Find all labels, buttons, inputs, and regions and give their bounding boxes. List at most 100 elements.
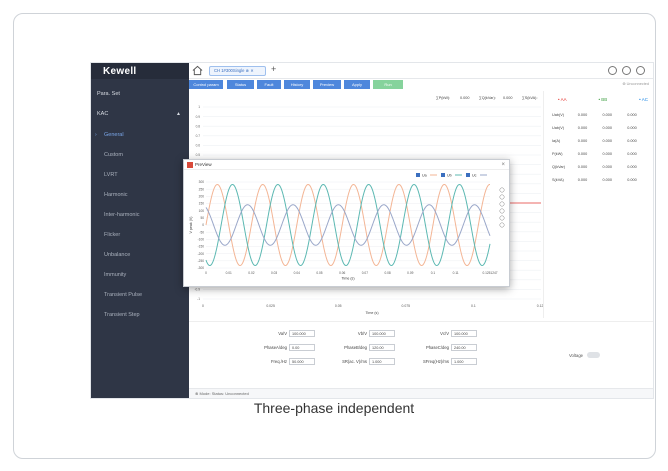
measurement-panel: • AA • BB • AC Uab(V) 0.000 0.000 0.000 Uab(… bbox=[543, 91, 653, 318]
field-input[interactable]: 0.00 bbox=[289, 344, 315, 351]
legend-checkbox[interactable] bbox=[441, 173, 445, 177]
x-tick-label: 0.1251247 bbox=[482, 271, 497, 275]
form-field: PhaseB/deg 120.00 bbox=[329, 344, 395, 351]
sidebar-item[interactable]: Transient Step bbox=[91, 305, 189, 325]
preview-title: PreView bbox=[195, 162, 212, 167]
readout-value: 0.000 bbox=[503, 96, 513, 100]
field-input[interactable]: 240.00 bbox=[451, 344, 477, 351]
toolbar-button[interactable]: Fault bbox=[257, 80, 281, 89]
sidebar-item[interactable]: Para. Set bbox=[91, 84, 189, 104]
sidebar-item[interactable]: Unbalance bbox=[91, 245, 189, 265]
phase-b-label: • BB bbox=[598, 97, 608, 102]
form-field: Vb/V 100.000 bbox=[329, 330, 395, 337]
x-tick-label: 0.05 bbox=[335, 304, 342, 308]
close-icon[interactable]: × bbox=[501, 160, 505, 170]
measurement-value: 0.000 bbox=[627, 165, 637, 169]
measurement-value: 0.000 bbox=[627, 126, 637, 130]
chart-tool-icon[interactable] bbox=[499, 187, 505, 193]
sidebar-item-label: Transient Pulse bbox=[104, 292, 143, 298]
field-input[interactable]: 1.000 bbox=[451, 358, 477, 365]
chart-tool-icon[interactable] bbox=[499, 215, 505, 221]
chart-tool-icon[interactable] bbox=[499, 208, 505, 214]
measurement-row: S(kVA) 0.000 0.000 0.000 bbox=[552, 178, 652, 182]
toolbar-button[interactable]: Apply bbox=[344, 80, 370, 89]
field-label: PhaseC/deg bbox=[425, 345, 449, 350]
sidebar-item[interactable]: KAC ▲ bbox=[91, 104, 189, 124]
field-input[interactable]: 50.000 bbox=[289, 358, 315, 365]
sidebar-item-label: Transient Step bbox=[104, 312, 140, 318]
x-tick-label: 0.09 bbox=[407, 271, 413, 275]
measurement-value: 0.000 bbox=[577, 178, 588, 182]
sidebar-item[interactable]: Flicker bbox=[91, 225, 189, 245]
chart-tool-icon[interactable] bbox=[499, 201, 505, 207]
form-field: PhaseC/deg 240.00 bbox=[411, 344, 477, 351]
toolbar-button[interactable]: History bbox=[284, 80, 310, 89]
measurement-value: 0.000 bbox=[602, 178, 613, 182]
x-axis-label: Time (s) bbox=[365, 311, 378, 315]
readout-label: ∑S(kVA): bbox=[522, 96, 538, 100]
x-tick-label: 0.03 bbox=[271, 271, 277, 275]
connection-status: ⊗ Unconnected bbox=[622, 82, 649, 86]
sidebar-item[interactable]: Immunity bbox=[91, 265, 189, 285]
field-input[interactable]: 100.000 bbox=[369, 330, 395, 337]
field-input[interactable]: 1.000 bbox=[369, 358, 395, 365]
user-icon[interactable] bbox=[608, 66, 617, 75]
y-tick-label: -150 bbox=[198, 245, 205, 249]
toolbar-button[interactable]: Control param bbox=[189, 80, 223, 89]
sidebar-item-label: Inter-harmonic bbox=[104, 212, 140, 218]
sidebar-item-label: LVRT bbox=[104, 172, 118, 178]
sidebar-item[interactable]: LVRT bbox=[91, 165, 189, 185]
tab-channel-1[interactable]: CH 1#300Single ⊗ ✕ bbox=[209, 66, 266, 76]
form-field: SFreq(Hz)/ms 1.000 bbox=[411, 358, 477, 365]
export-icon[interactable] bbox=[622, 66, 631, 75]
toolbar: Control param Status Fault History Preview Ap… bbox=[189, 80, 653, 90]
measurement-value: 0.000 bbox=[627, 178, 637, 182]
measurement-label: Uab(V) bbox=[552, 113, 565, 117]
measurement-label: S(kVA) bbox=[552, 178, 564, 182]
measurement-value: 0.000 bbox=[577, 165, 588, 169]
toolbar-button[interactable]: Preview bbox=[313, 80, 341, 89]
measurement-row: Uab(V) 0.000 0.000 0.000 bbox=[552, 113, 652, 117]
top-bar: CH 1#300Single ⊗ ✕ + bbox=[189, 63, 653, 79]
voltage-toggle[interactable] bbox=[586, 352, 600, 358]
y-tick-label: 0.7 bbox=[196, 134, 201, 138]
sidebar-item[interactable]: Inter-harmonic bbox=[91, 205, 189, 225]
legend-label: Ua bbox=[422, 174, 427, 178]
sidebar-item[interactable]: Harmonic bbox=[91, 185, 189, 205]
chart-tool-icon[interactable] bbox=[499, 222, 505, 228]
y-tick-label: 200 bbox=[199, 195, 205, 199]
field-input[interactable]: 100.000 bbox=[451, 330, 477, 337]
sidebar-item[interactable]: General › bbox=[91, 125, 189, 145]
measurement-label: Q(kVar) bbox=[552, 165, 566, 169]
measurement-value: 0.000 bbox=[627, 139, 637, 143]
toolbar-button[interactable]: Status bbox=[227, 80, 254, 89]
legend-checkbox[interactable] bbox=[416, 173, 420, 177]
phase-legend: • AA • BB • AC bbox=[558, 97, 648, 102]
field-input[interactable]: 120.00 bbox=[369, 344, 395, 351]
field-input[interactable]: 100.000 bbox=[289, 330, 315, 337]
y-tick-label: 0.9 bbox=[196, 115, 201, 119]
toolbar-button[interactable]: Run bbox=[373, 80, 403, 89]
measurement-label: P(kW) bbox=[552, 152, 563, 156]
sidebar-item-label: Para. Set bbox=[97, 91, 120, 97]
home-icon[interactable] bbox=[192, 65, 203, 76]
y-tick-label: 50 bbox=[200, 216, 204, 220]
y-tick-label: -50 bbox=[199, 230, 204, 234]
legend-checkbox[interactable] bbox=[466, 173, 470, 177]
x-tick-label: 0.08 bbox=[384, 271, 390, 275]
sidebar-item[interactable]: Transient Pulse bbox=[91, 285, 189, 305]
field-label: SFreq(Hz)/ms bbox=[422, 359, 449, 364]
y-tick-label: 1 bbox=[198, 105, 200, 109]
y-tick-label: 250 bbox=[199, 187, 205, 191]
field-label: Freq./Hz bbox=[270, 359, 287, 364]
sidebar: Kewell Para. Set KAC ▲ General › Custom LVRT Ha… bbox=[91, 63, 189, 398]
sidebar-item[interactable]: Custom bbox=[91, 145, 189, 165]
measurement-label: Ia(A) bbox=[552, 139, 561, 143]
chevron-up-icon: ▲ bbox=[176, 111, 181, 117]
x-tick-label: 0.075 bbox=[402, 304, 411, 308]
legend-label: Ub bbox=[447, 174, 452, 178]
settings-icon[interactable] bbox=[636, 66, 645, 75]
form-field: Freq./Hz 50.000 bbox=[249, 358, 315, 365]
add-tab-icon[interactable]: + bbox=[271, 64, 276, 74]
chart-tool-icon[interactable] bbox=[499, 194, 505, 200]
